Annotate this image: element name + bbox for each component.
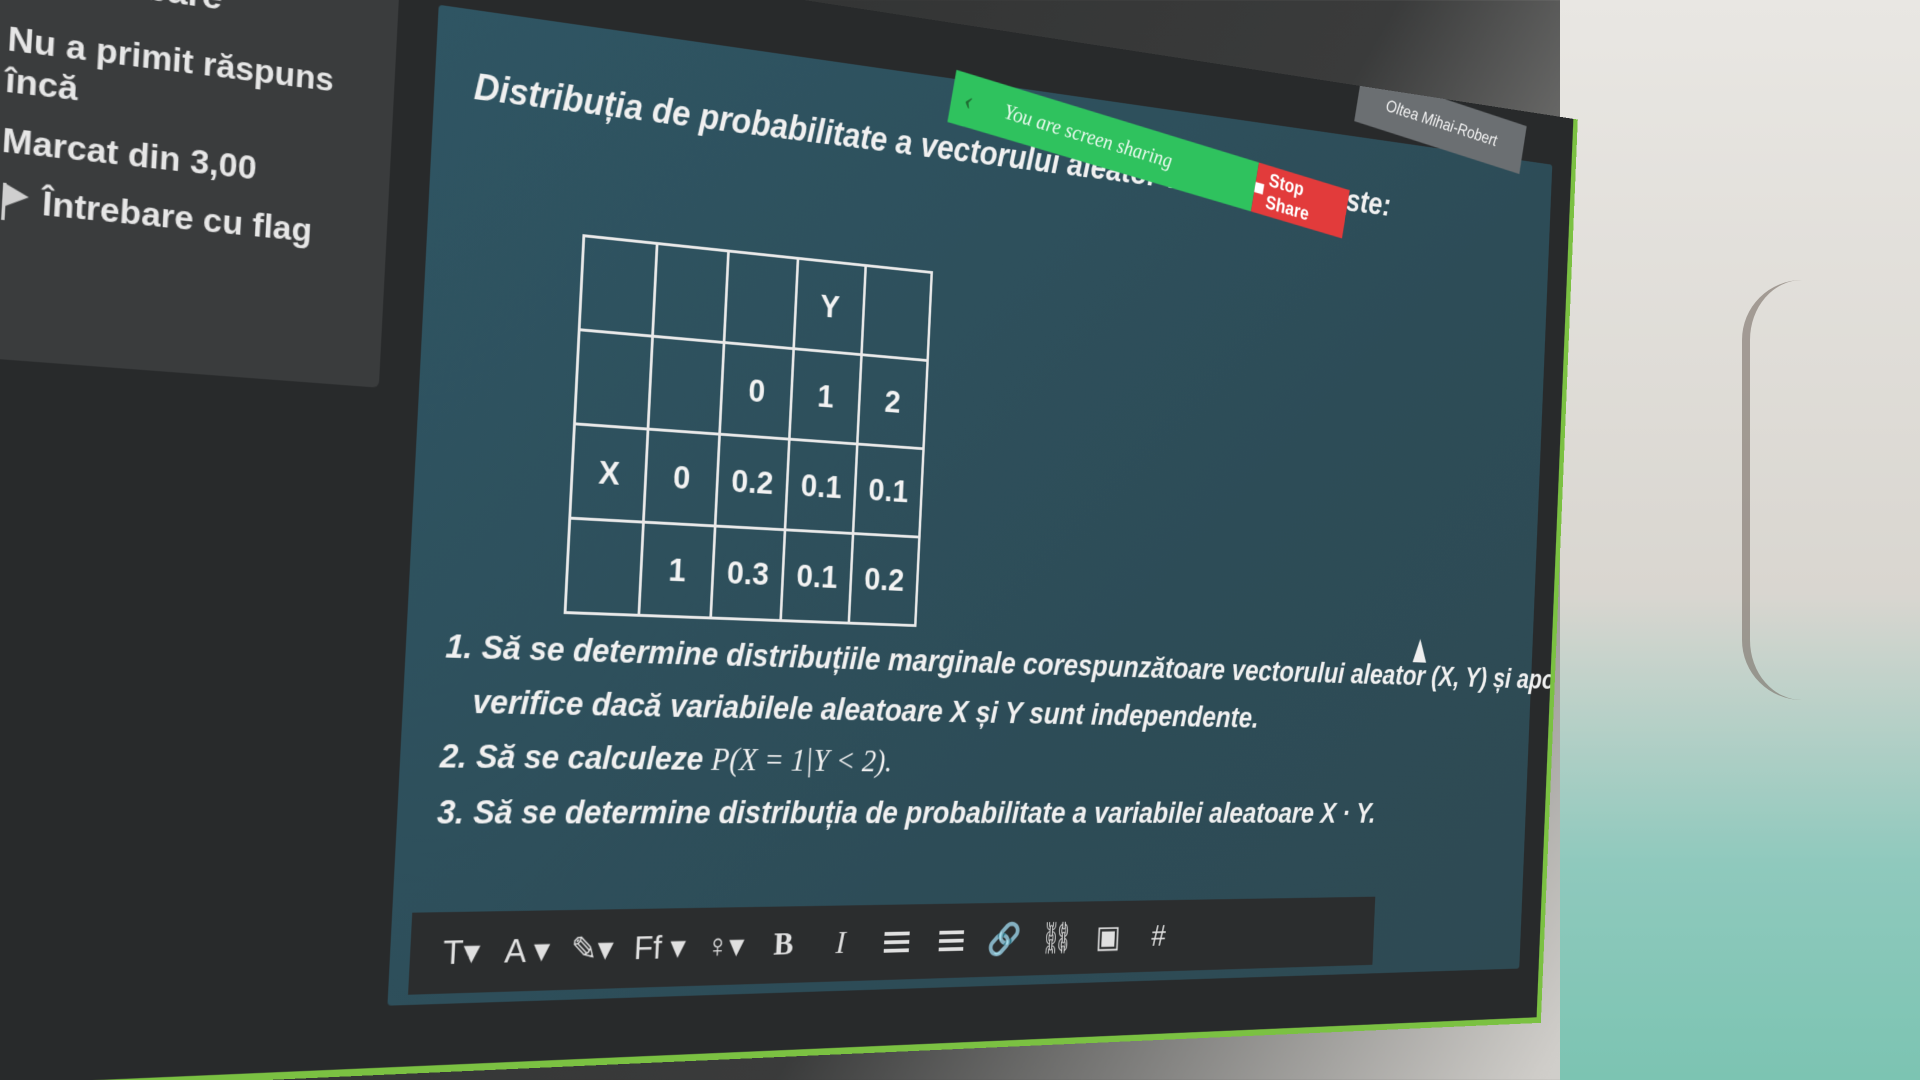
font-family-button[interactable]: Ff ▾: [633, 923, 687, 973]
chevron-left-icon[interactable]: ‹: [962, 85, 975, 118]
probability-table: Y 0 1 2 X 0 0.2 0.1 0.1 1 0.3 0.1 0.2: [564, 234, 933, 627]
bulleted-list-icon[interactable]: [877, 918, 916, 966]
stop-icon: [1254, 181, 1265, 195]
x-value-cell: 1: [638, 522, 716, 618]
italic-button[interactable]: I: [821, 919, 861, 967]
image-icon[interactable]: ▣: [1090, 914, 1126, 960]
y-value-cell: 1: [789, 348, 862, 445]
task-2: 2. Să se calculeze P(X = 1|Y < 2).: [439, 737, 1502, 785]
question-content: Distribuția de probabilitate a vectorulu…: [387, 4, 1578, 1006]
room-background: [1560, 0, 1920, 1080]
bold-button[interactable]: B: [763, 920, 804, 969]
flag-question-label: Întrebare cu flag: [41, 183, 313, 250]
probability-cell: 0.2: [848, 533, 920, 626]
table-row: 1 0.3 0.1 0.2: [565, 518, 920, 626]
task-1-line-1: 1. Să se determine distribuțiile margina…: [444, 627, 1578, 697]
y-header-cell: Y: [793, 258, 866, 355]
editor-toolbar: T▾ A ▾ ✎▾ Ff ▾ ♀▾ B I 🔗 ⛓ ▣ #: [408, 896, 1376, 995]
task-1-line-2: verifice dacă variabilele aleatoare X și…: [471, 682, 1260, 734]
probability-cell: 0.1: [784, 439, 858, 534]
laptop-screen: 3 Intrebare Nu a primit răspuns încă Mar…: [0, 0, 1578, 1080]
unlink-icon[interactable]: ⛓: [1039, 915, 1076, 961]
table-cell: [724, 251, 798, 349]
task-3: 3. Să se determine distribuția de probab…: [436, 792, 1377, 831]
question-label: Intrebare: [62, 0, 224, 18]
x-header-cell: X: [569, 423, 649, 523]
brush-button[interactable]: ✎▾: [570, 924, 615, 975]
question-info-panel: 3 Intrebare Nu a primit răspuns încă Mar…: [0, 0, 401, 388]
task-2-label: 2. Să se calculeze: [439, 736, 705, 777]
table-cell: [652, 243, 729, 343]
probability-cell: 0.1: [853, 444, 924, 538]
text-style-button[interactable]: T▾: [439, 927, 485, 979]
table-cell: [574, 329, 653, 430]
curtain: [1742, 280, 1920, 700]
probability-cell: 0.3: [710, 526, 785, 621]
x-value-cell: 0: [643, 429, 720, 527]
font-size-button[interactable]: A ▾: [503, 925, 551, 976]
task-2-formula: P(X = 1|Y < 2).: [710, 742, 894, 780]
y-value-cell: 2: [857, 354, 928, 449]
y-value-cell: 0: [719, 342, 794, 440]
numbered-list-icon[interactable]: [932, 917, 970, 964]
table-cell: [648, 336, 725, 435]
media-icon[interactable]: #: [1141, 913, 1176, 958]
table-cell: [565, 518, 644, 616]
link-icon[interactable]: 🔗: [986, 916, 1023, 963]
table-cell: [579, 235, 658, 337]
symbol-button[interactable]: ♀▾: [704, 922, 746, 971]
probability-cell: 0.2: [715, 434, 790, 530]
task-list: 1. Să se determine distribuțiile margina…: [435, 627, 1578, 848]
flag-icon: [0, 182, 34, 223]
table-cell: [861, 265, 932, 361]
probability-cell: 0.1: [780, 529, 854, 624]
